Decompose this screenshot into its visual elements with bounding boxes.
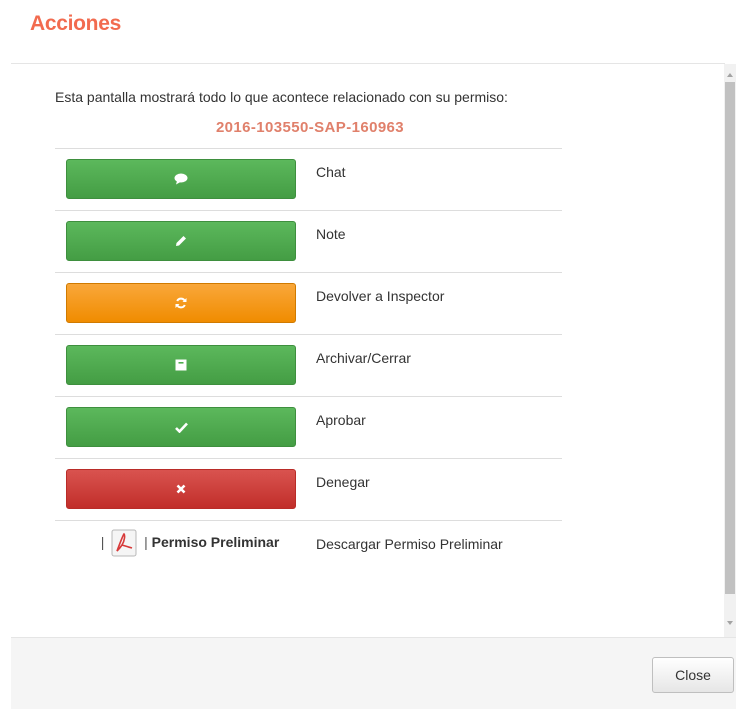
archive-close-button[interactable] <box>66 345 296 385</box>
pdf-icon[interactable] <box>111 529 137 557</box>
separator: | <box>144 534 148 550</box>
chat-label: Chat <box>316 164 346 180</box>
approve-button[interactable] <box>66 407 296 447</box>
preliminary-permit-link[interactable]: Permiso Preliminar <box>152 534 280 550</box>
separator: | <box>100 534 105 550</box>
download-permit-label: Descargar Permiso Preliminar <box>316 536 503 552</box>
note-label: Note <box>316 226 346 242</box>
times-icon <box>176 484 186 494</box>
check-icon <box>174 422 188 433</box>
modal-footer: Close <box>11 637 736 709</box>
scroll-down-arrow-icon[interactable] <box>727 621 733 625</box>
modal-body: Esta pantalla mostrará todo lo que acont… <box>11 64 726 637</box>
return-to-inspector-button[interactable] <box>66 283 296 323</box>
approve-label: Aprobar <box>316 412 366 428</box>
deny-button[interactable] <box>66 469 296 509</box>
modal-content: Esta pantalla mostrará todo lo que acont… <box>55 87 565 601</box>
modal-title: Acciones <box>30 12 121 35</box>
scrollbar[interactable] <box>724 64 736 637</box>
action-row-aprobar: Aprobar <box>55 397 562 459</box>
refresh-icon <box>175 297 187 309</box>
action-row-denegar: Denegar <box>55 459 562 521</box>
close-button[interactable]: Close <box>652 657 734 693</box>
action-row-archivar: Archivar/Cerrar <box>55 335 562 397</box>
action-row-note: Note <box>55 211 562 273</box>
pencil-icon <box>176 236 186 246</box>
download-permit-cell: | | Permiso Preliminar <box>75 529 305 557</box>
intro-text: Esta pantalla mostrará todo lo que acont… <box>55 89 508 105</box>
archive-icon <box>175 359 187 371</box>
actions-table: Chat Note Devolver a Inspector Archivar/… <box>55 148 562 601</box>
return-to-inspector-label: Devolver a Inspector <box>316 288 445 304</box>
permit-number: 2016-103550-SAP-160963 <box>215 119 405 136</box>
action-row-devolver: Devolver a Inspector <box>55 273 562 335</box>
deny-label: Denegar <box>316 474 370 490</box>
scroll-up-arrow-icon[interactable] <box>727 73 733 77</box>
action-row-download: | | Permiso Preliminar Descargar Permiso… <box>55 521 562 601</box>
archive-close-label: Archivar/Cerrar <box>316 350 411 366</box>
chat-button[interactable] <box>66 159 296 199</box>
note-button[interactable] <box>66 221 296 261</box>
scroll-thumb[interactable] <box>725 82 735 594</box>
comment-icon <box>174 173 188 185</box>
action-row-chat: Chat <box>55 149 562 211</box>
